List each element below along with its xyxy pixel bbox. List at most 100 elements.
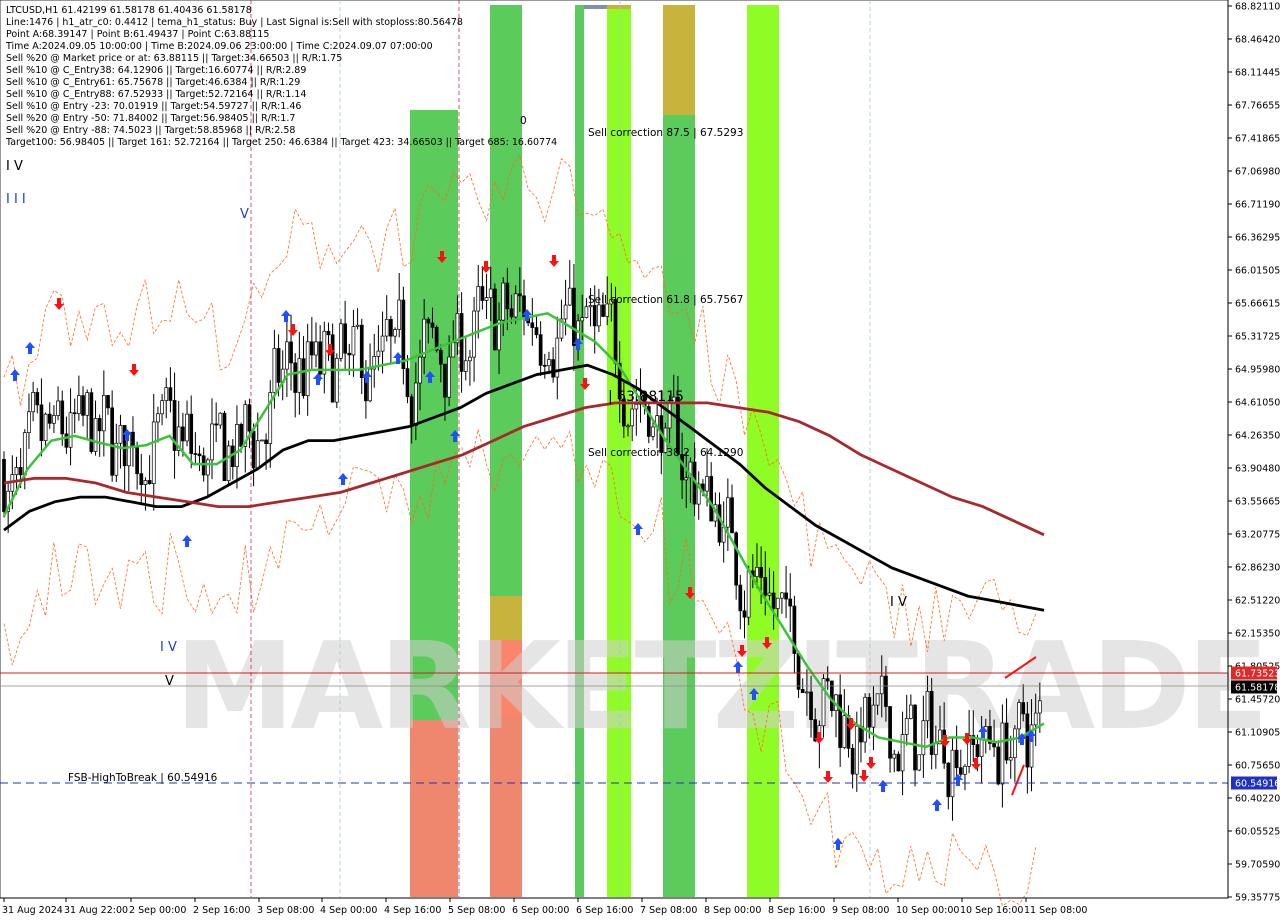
candle-body xyxy=(892,753,897,759)
signal-zone xyxy=(747,5,779,897)
candle-body xyxy=(22,432,27,476)
y-tick-label: 59.35775 xyxy=(1235,893,1280,904)
candle-body xyxy=(376,350,381,357)
x-tick-label: 7 Sep 08:00 xyxy=(640,905,697,916)
candle-body xyxy=(56,400,60,416)
candle-body xyxy=(226,445,231,482)
header-line: Target100: 56.98405 || Target 161: 52.72… xyxy=(5,137,557,148)
header-line: Line:1476 | h1_atr_c0: 0.4412 | tema_h1_… xyxy=(6,17,463,28)
candle-body xyxy=(505,282,510,310)
candle-body xyxy=(871,704,876,728)
candle-body xyxy=(805,691,809,694)
candle-body xyxy=(509,308,514,318)
candle-body xyxy=(1033,712,1038,726)
candle-body xyxy=(39,404,44,442)
candle-body xyxy=(380,335,385,352)
candle-body xyxy=(110,407,115,476)
candle-body xyxy=(1013,728,1017,758)
candle-body xyxy=(451,342,456,358)
y-tick-label: 64.61050 xyxy=(1235,398,1280,409)
candle-body xyxy=(734,532,739,586)
candle-body xyxy=(563,304,568,320)
header-line: Sell %10 @ C_Entry88: 67.52933 || Target… xyxy=(6,89,306,100)
candle-body xyxy=(297,358,302,393)
candle-body xyxy=(93,418,98,452)
candle-body xyxy=(101,395,106,432)
candle-body xyxy=(925,691,930,722)
candle-body xyxy=(1025,713,1030,768)
wave-iv-left: I V xyxy=(160,640,177,655)
candle-body xyxy=(480,286,485,301)
candle-body xyxy=(513,293,518,318)
header-line: Sell %20 @ Entry -88: 74.5023 || Target:… xyxy=(6,125,295,136)
candle-body xyxy=(684,477,689,481)
candle-body xyxy=(322,330,327,375)
candle-body xyxy=(909,704,913,719)
wave-iii: I I I xyxy=(6,192,26,207)
y-tick-label: 59.70590 xyxy=(1235,860,1280,871)
y-tick-label: 63.90480 xyxy=(1235,464,1280,475)
candle-body xyxy=(97,418,102,432)
candle-body xyxy=(289,341,293,364)
candle-body xyxy=(547,359,551,367)
y-tick-label: 65.31725 xyxy=(1235,332,1280,343)
candle-body xyxy=(334,357,339,403)
candle-body xyxy=(838,694,843,748)
candle-body xyxy=(1037,700,1042,714)
x-tick-label: 6 Sep 16:00 xyxy=(576,905,633,916)
y-tick-label: 66.01505 xyxy=(1235,266,1280,277)
candle-body xyxy=(584,306,589,319)
candle-body xyxy=(397,299,402,330)
wave-iv-top: I V xyxy=(6,159,23,174)
candle-body xyxy=(14,467,19,475)
candle-body xyxy=(89,392,94,452)
candle-body xyxy=(418,356,422,384)
candle-body xyxy=(501,282,506,321)
candle-body xyxy=(468,356,472,362)
candle-body xyxy=(1021,702,1026,715)
x-tick-label: 8 Sep 16:00 xyxy=(768,905,825,916)
x-tick-label: 31 Aug 22:00 xyxy=(64,905,128,916)
y-tick-label: 60.05525 xyxy=(1235,827,1280,838)
candle-body xyxy=(401,299,406,369)
candle-body xyxy=(979,738,984,757)
candle-body xyxy=(1008,757,1013,761)
candle-body xyxy=(309,341,314,356)
price-chart[interactable]: MARKETZITRADE Sell correction 87.5 | 67.… xyxy=(0,0,1280,920)
candle-body xyxy=(343,323,347,354)
candle-body xyxy=(47,413,52,424)
candle-body xyxy=(413,382,418,427)
candle-body xyxy=(551,359,555,378)
y-tick-label: 68.46420 xyxy=(1235,35,1280,46)
candle-body xyxy=(218,412,223,426)
candle-body xyxy=(630,408,635,427)
x-tick-label: 3 Sep 08:00 xyxy=(257,905,314,916)
candle-body xyxy=(592,305,597,327)
candle-body xyxy=(339,323,343,359)
x-tick-label: 10 Sep 00:00 xyxy=(896,905,959,916)
header-line: LTCUSD,H1 61.42199 61.58178 61.40436 61.… xyxy=(6,5,252,16)
y-tick-label: 62.15350 xyxy=(1235,629,1280,640)
candle-body xyxy=(900,734,905,772)
candle-body xyxy=(106,395,110,409)
candle-body xyxy=(542,364,547,367)
candle-body xyxy=(484,297,489,301)
candle-body xyxy=(813,719,818,742)
candle-body xyxy=(730,497,734,534)
candle-body xyxy=(634,404,639,410)
candle-body xyxy=(771,592,776,609)
candle-body xyxy=(239,424,243,447)
candle-body xyxy=(426,318,431,324)
candle-body xyxy=(405,368,410,398)
candle-body xyxy=(197,453,202,457)
candle-body xyxy=(430,322,435,328)
candle-body xyxy=(276,348,281,383)
time-axis: 31 Aug 2024 31 Aug 22:00 2 Sep 00:00 2 Sep … xyxy=(0,897,1228,916)
candle-body xyxy=(476,286,481,312)
y-tick-label: 61.45720 xyxy=(1235,695,1280,706)
candle-body xyxy=(351,326,356,356)
candle-body xyxy=(488,288,493,299)
wave-iv-right: I V xyxy=(890,595,907,610)
olive-block xyxy=(663,5,695,115)
x-tick-label: 11 Sep 08:00 xyxy=(1024,905,1087,916)
